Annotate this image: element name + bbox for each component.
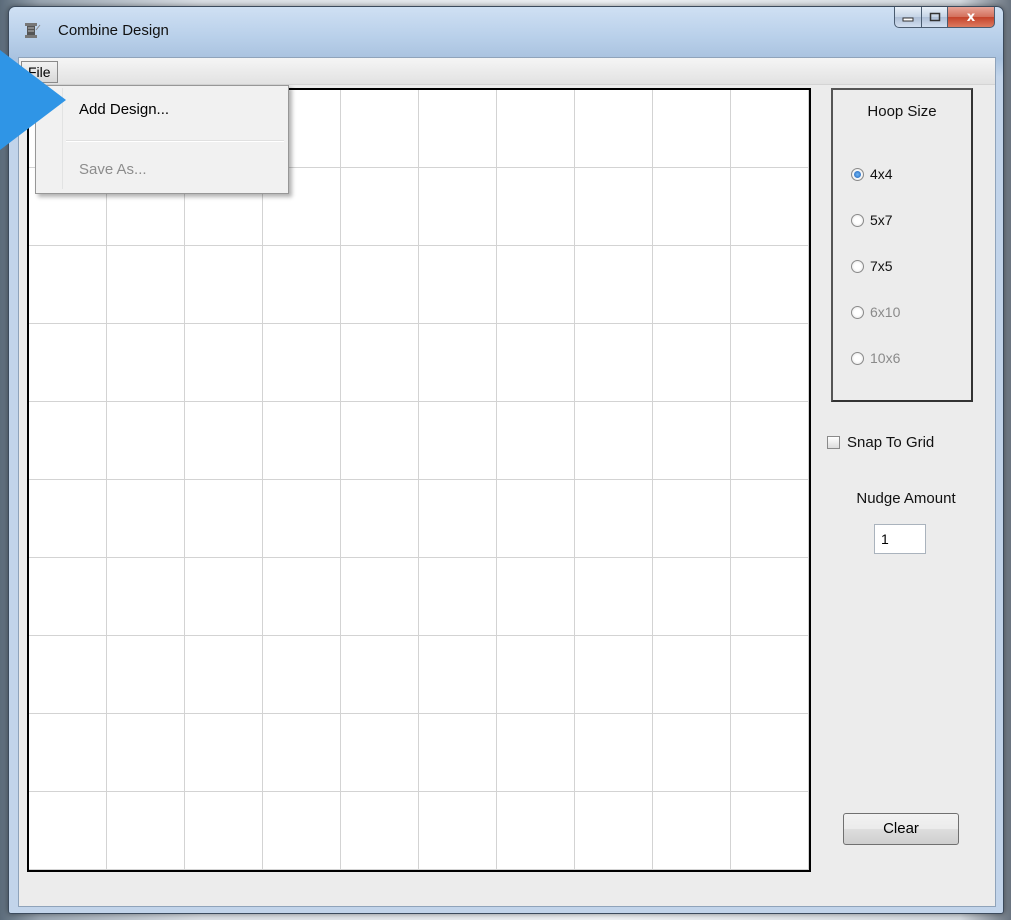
- hoop-option-5x7[interactable]: 5x7: [851, 210, 893, 230]
- window-title: Combine Design: [58, 22, 169, 39]
- radio-icon[interactable]: [851, 213, 864, 227]
- hoop-option-6x10: 6x10: [851, 302, 900, 322]
- hoop-size-group: Hoop Size 4x4 5x7 7x5 6x10 10x6: [831, 88, 973, 402]
- nudge-amount-label: Nudge Amount: [856, 490, 956, 507]
- close-button[interactable]: x: [948, 7, 995, 28]
- arrow-pointer-icon: [0, 50, 66, 150]
- hoop-option-label: 10x6: [870, 350, 901, 366]
- hoop-option-label: 6x10: [870, 304, 901, 320]
- hoop-option-7x5[interactable]: 7x5: [851, 256, 893, 276]
- radio-icon: [851, 351, 864, 365]
- snap-to-grid-checkbox[interactable]: Snap To Grid: [827, 432, 934, 452]
- status-bar: [19, 878, 995, 906]
- checkbox-icon[interactable]: [827, 435, 840, 449]
- radio-icon: [851, 305, 864, 319]
- hoop-option-label: 5x7: [870, 212, 893, 228]
- minimize-button[interactable]: [894, 7, 922, 28]
- title-bar[interactable]: Combine Design x: [9, 7, 1003, 47]
- menu-item-save-as: Save As...: [79, 161, 147, 178]
- hoop-option-4x4[interactable]: 4x4: [851, 164, 893, 184]
- menu-separator: [66, 140, 284, 142]
- close-icon: x: [966, 9, 976, 25]
- maximize-button[interactable]: [922, 7, 948, 28]
- clear-button[interactable]: Clear: [843, 813, 959, 845]
- maximize-icon: [929, 12, 940, 22]
- hoop-option-10x6: 10x6: [851, 348, 900, 368]
- radio-icon[interactable]: [851, 259, 864, 273]
- design-canvas-grid[interactable]: [27, 88, 811, 872]
- menu-item-add-design[interactable]: Add Design...: [79, 98, 169, 122]
- spool-icon: [25, 23, 41, 38]
- hoop-option-label: 7x5: [870, 258, 893, 274]
- hoop-option-label: 4x4: [870, 166, 893, 182]
- minimize-icon: [902, 17, 914, 22]
- nudge-amount-input[interactable]: 1: [874, 524, 926, 554]
- snap-to-grid-label: Snap To Grid: [847, 433, 935, 451]
- window-controls: x: [894, 7, 995, 29]
- hoop-size-title: Hoop Size: [867, 103, 937, 120]
- menu-bar: File: [19, 58, 995, 85]
- radio-checked-icon[interactable]: [851, 167, 864, 181]
